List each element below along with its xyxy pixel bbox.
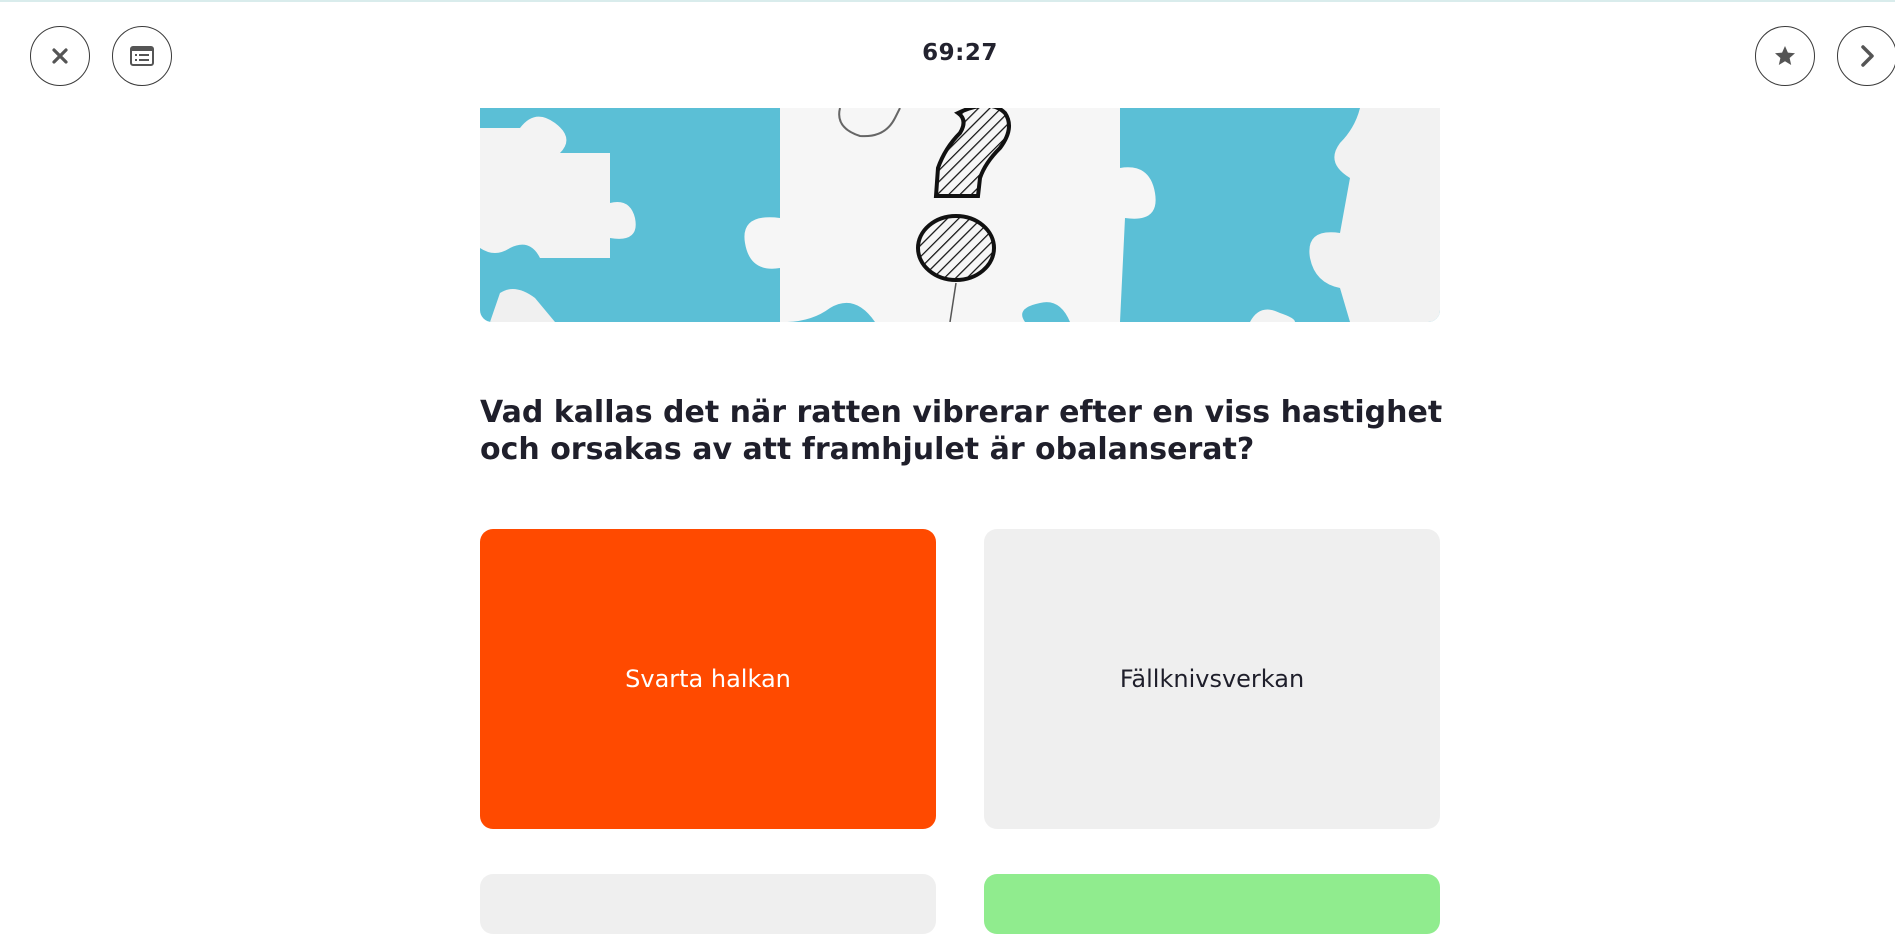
star-icon [1775,46,1795,65]
answer-label: Fällknivsverkan [1119,665,1305,693]
answer-option-1[interactable]: Svarta halkan [480,529,936,829]
answer-option-4[interactable] [984,874,1440,934]
puzzle-question-mark-illustration [480,108,1440,322]
question-text: Vad kallas det när ratten vibrerar efter… [480,395,1443,467]
answer-option-3[interactable] [480,874,936,934]
answer-option-2[interactable]: Fällknivsverkan [984,529,1440,829]
answer-label: Svarta halkan [625,665,791,693]
top-progress-line [0,0,1895,2]
chevron-right-icon [1861,45,1874,67]
favorite-button[interactable] [1755,26,1815,86]
quiz-timer: 69:27 [922,40,998,66]
question-image [480,108,1440,322]
next-question-button[interactable] [1837,26,1895,86]
